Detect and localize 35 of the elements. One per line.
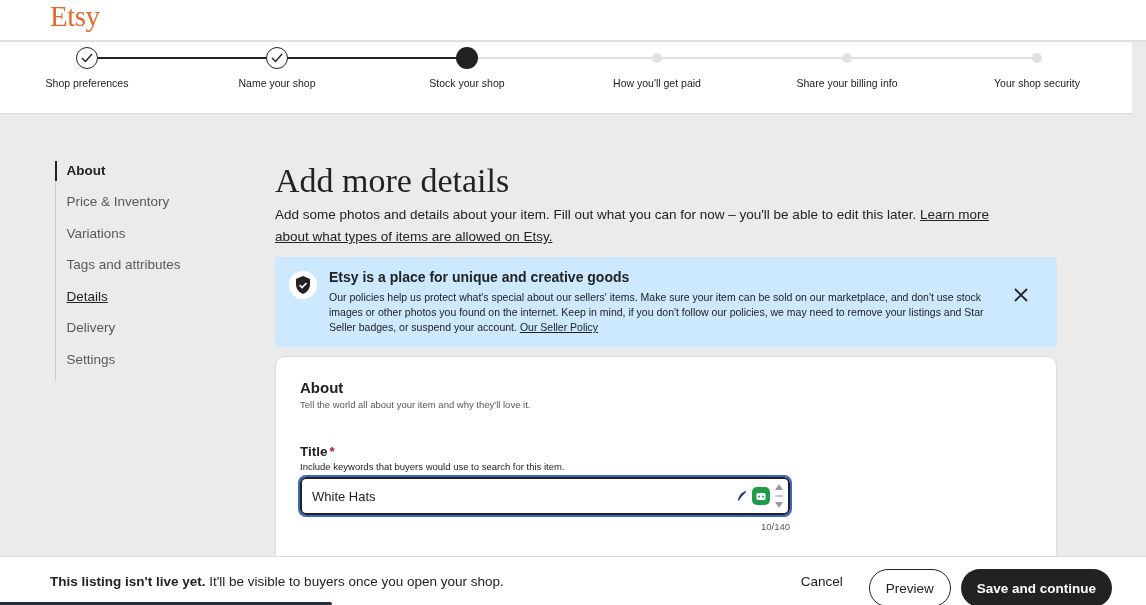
seller-policy-link[interactable]: Our Seller Policy <box>519 321 599 333</box>
shield-check-icon <box>289 271 317 299</box>
sidebar-item[interactable]: Details <box>54 286 275 318</box>
sidebar-item[interactable]: Delivery <box>54 318 275 350</box>
card-title: About <box>300 379 345 396</box>
cancel-link[interactable]: Cancel <box>784 562 859 600</box>
step-label: Shop preferences <box>45 77 129 89</box>
sidebar-item[interactable]: Price & Inventory <box>54 192 275 224</box>
footer-button[interactable]: Preview <box>868 569 951 605</box>
sidebar-item[interactable]: About <box>54 161 275 181</box>
sidebar-item[interactable]: Settings <box>54 349 275 381</box>
notice-title: Etsy is a place for unique and creative goods <box>329 269 631 285</box>
step-label: How you'll get paid <box>613 77 701 89</box>
page-heading: Add more details <box>275 161 511 201</box>
title-input[interactable]: White Hats <box>300 477 790 515</box>
assistant-robot-icon[interactable] <box>752 487 770 505</box>
feather-icon[interactable] <box>736 490 748 502</box>
character-counter: 10/140 <box>759 521 790 532</box>
footer-button[interactable]: Save and continue <box>960 569 1112 605</box>
field-label: Title <box>300 444 328 459</box>
step-label: Share your billing info <box>796 77 898 89</box>
footer-message: This listing isn't live yet. It'll be visible to buyers once you open your shop. <box>50 573 505 589</box>
field-hint: Include keywords that buyers would use to search for this item. <box>300 461 566 472</box>
notice-text: Our policies help us protect what's special about our sellers' items. Make sure your item can be sold on our marketplace, and don't use stock images or other photos you found on the internet. Keep in mind, if you don't follow our policies, we may need to remove your listings and Star Seller badges, or suspend your account. Our Seller Policy <box>329 290 985 335</box>
step-label: Your shop security <box>994 77 1080 89</box>
step-label: Name your shop <box>238 77 316 89</box>
learn-more-link[interactable]: Learn more <box>919 207 989 222</box>
sidebar-item[interactable]: Tags and attributes <box>54 255 275 287</box>
sidebar-item[interactable]: Variations <box>54 223 275 255</box>
card-subtitle: Tell the world all about your item and why they'll love it. <box>300 399 532 410</box>
required-mark: * <box>329 444 335 459</box>
spinner-arrows-icon[interactable] <box>774 483 784 509</box>
intro-text: Add some photos and details about your item. Fill out what you can for now – you'll be able to edit this later. <box>275 207 917 222</box>
step-label: Stock your shop <box>429 77 505 89</box>
learn-more-link[interactable]: about what types of items are allowed on Etsy. <box>275 229 553 244</box>
